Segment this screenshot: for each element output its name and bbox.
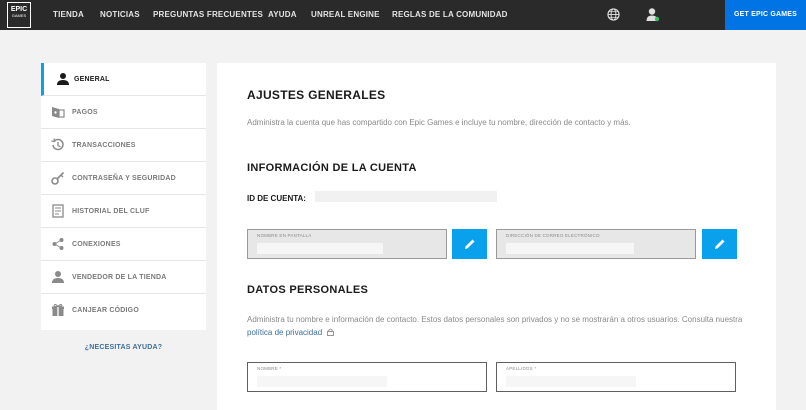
get-epic-games-button[interactable]: GET EPIC GAMES xyxy=(725,0,806,30)
document-icon xyxy=(52,204,64,218)
account-id-value xyxy=(315,191,497,202)
nav-link-unreal-engine[interactable]: UNREAL ENGINE xyxy=(311,0,380,30)
person-icon xyxy=(52,271,64,283)
first-name-value xyxy=(257,376,387,387)
personal-data-description: Administra tu nombre e información de co… xyxy=(247,313,747,339)
main-panel: AJUSTES GENERALES Administra la cuenta q… xyxy=(217,63,776,410)
sidebar-item-label: HISTORIAL DEL CLUF xyxy=(72,208,150,215)
first-name-field[interactable]: NOMBRE * xyxy=(247,362,487,392)
sidebar-item-redeem-code[interactable]: CANJEAR CÓDIGO xyxy=(41,294,206,327)
display-name-value xyxy=(257,243,383,254)
epic-games-logo[interactable]: EPIC GAMES xyxy=(7,2,31,28)
globe-icon[interactable] xyxy=(607,8,620,21)
sidebar-item-pagos[interactable]: PAGOS xyxy=(41,96,206,129)
lock-icon xyxy=(327,328,335,336)
page-description: Administra la cuenta que has compartido … xyxy=(247,118,631,127)
logo-subtext: GAMES xyxy=(11,13,27,18)
sidebar-item-cluf-history[interactable]: HISTORIAL DEL CLUF xyxy=(41,195,206,228)
pencil-icon xyxy=(465,239,475,249)
edit-email-button[interactable] xyxy=(702,229,737,259)
display-name-label: NOMBRE EN PANTALLA xyxy=(257,233,312,238)
key-icon xyxy=(51,171,65,185)
sidebar-item-store-seller[interactable]: VENDEDOR DE LA TIENDA xyxy=(41,261,206,294)
user-icon[interactable] xyxy=(646,7,660,22)
last-name-field[interactable]: APELLIDOS * xyxy=(496,362,736,392)
sidebar: GENERAL PAGOS TRANSACCIONES CONTRASEÑA Y… xyxy=(41,63,206,330)
history-icon xyxy=(51,138,64,151)
last-name-value xyxy=(506,376,636,387)
account-info-title: INFORMACIÓN DE LA CUENTA xyxy=(247,162,417,174)
payments-icon xyxy=(52,107,65,118)
sidebar-item-label: PAGOS xyxy=(72,109,98,116)
privacy-policy-link[interactable]: política de privacidad xyxy=(247,328,322,337)
last-name-label: APELLIDOS * xyxy=(506,366,537,371)
nav-link-faq[interactable]: PREGUNTAS FRECUENTES xyxy=(153,0,263,30)
sidebar-item-label: GENERAL xyxy=(74,76,110,83)
sidebar-item-label: TRANSACCIONES xyxy=(72,142,136,149)
nav-link-ayuda[interactable]: AYUDA xyxy=(268,0,297,30)
sidebar-item-conexiones[interactable]: CONEXIONES xyxy=(41,228,206,261)
sidebar-item-label: CONEXIONES xyxy=(72,241,121,248)
account-id-label: ID DE CUENTA: xyxy=(247,194,306,203)
nav-link-tienda[interactable]: TIENDA xyxy=(53,0,84,30)
sidebar-item-password-security[interactable]: CONTRASEÑA Y SEGURIDAD xyxy=(41,162,206,195)
pencil-icon xyxy=(715,239,725,249)
top-nav: EPIC GAMES TIENDA NOTICIAS PREGUNTAS FRE… xyxy=(0,0,806,30)
sidebar-item-label: CANJEAR CÓDIGO xyxy=(72,307,139,314)
first-name-label: NOMBRE * xyxy=(257,366,282,371)
email-value xyxy=(506,243,634,254)
email-label: DIRECCIÓN DE CORREO ELECTRÓNICO xyxy=(506,233,600,238)
nav-link-community-rules[interactable]: REGLAS DE LA COMUNIDAD xyxy=(392,0,508,30)
personal-data-title: DATOS PERSONALES xyxy=(247,284,369,296)
personal-description-text: Administra tu nombre e información de co… xyxy=(247,315,743,324)
share-icon xyxy=(52,238,64,250)
display-name-field[interactable]: NOMBRE EN PANTALLA xyxy=(247,229,447,259)
sidebar-item-transacciones[interactable]: TRANSACCIONES xyxy=(41,129,206,162)
person-icon xyxy=(57,73,69,85)
email-field[interactable]: DIRECCIÓN DE CORREO ELECTRÓNICO xyxy=(496,229,696,259)
nav-link-noticias[interactable]: NOTICIAS xyxy=(100,0,140,30)
need-help-link[interactable]: ¿NECESITAS AYUDA? xyxy=(41,344,206,351)
gift-icon xyxy=(52,303,64,316)
sidebar-item-label: CONTRASEÑA Y SEGURIDAD xyxy=(72,175,176,182)
sidebar-item-general[interactable]: GENERAL xyxy=(41,63,206,96)
logo-text: EPIC xyxy=(10,6,28,13)
edit-display-name-button[interactable] xyxy=(452,229,487,259)
sidebar-item-label: VENDEDOR DE LA TIENDA xyxy=(72,274,167,281)
page-title: AJUSTES GENERALES xyxy=(247,88,386,102)
